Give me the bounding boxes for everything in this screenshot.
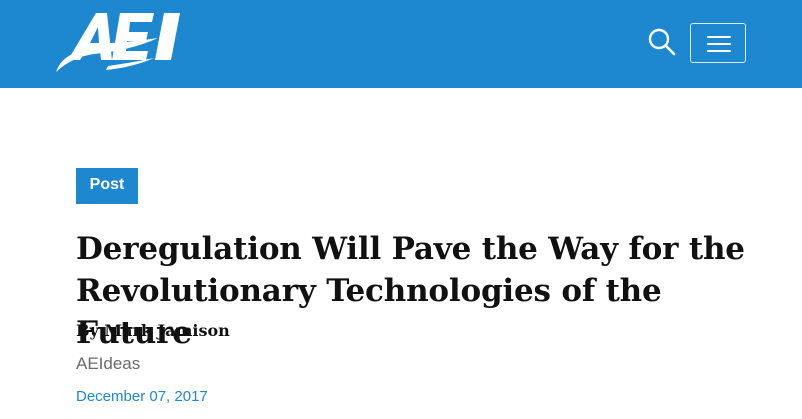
hamburger-menu-icon [707,36,731,38]
article-date: December 07, 2017 [76,388,208,405]
article-source-link[interactable]: AEIdeas [76,353,140,375]
article-byline[interactable]: By Mark Jamison [76,320,230,342]
site-header [0,0,802,88]
search-icon[interactable] [646,26,678,58]
menu-button[interactable] [690,23,746,63]
aei-logo[interactable] [56,10,184,76]
hamburger-menu-icon-bar [707,50,731,52]
post-type-badge[interactable]: Post [76,168,138,204]
hamburger-menu-icon-bar [707,43,731,45]
